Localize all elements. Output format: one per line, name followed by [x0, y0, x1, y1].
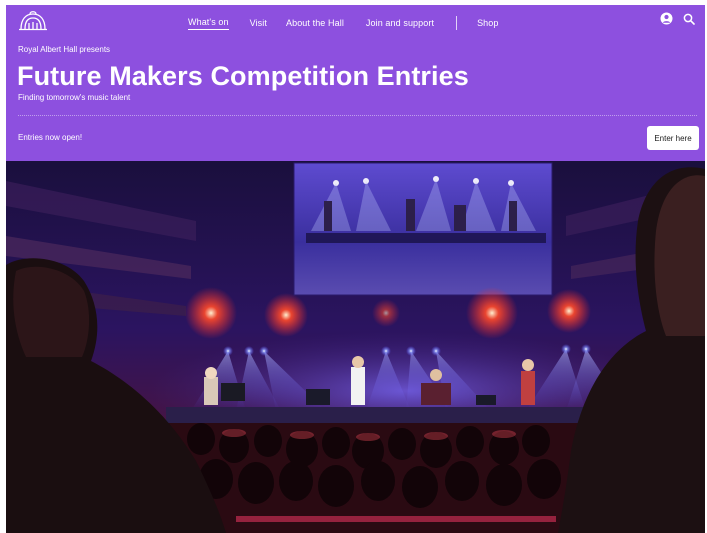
- nav-link-join-and-support[interactable]: Join and support: [366, 17, 434, 29]
- nav-separator: [456, 16, 458, 30]
- divider: [18, 115, 697, 116]
- account-icon[interactable]: [660, 12, 673, 30]
- entries-status-text: Entries now open!: [18, 133, 83, 142]
- royal-albert-hall-logo[interactable]: [18, 8, 48, 32]
- concert-stage-photo: [6, 161, 705, 533]
- nav-icons: [660, 12, 695, 30]
- page: What's on Visit About the Hall Join and …: [6, 5, 705, 533]
- top-navigation: What's on Visit About the Hall Join and …: [6, 5, 705, 35]
- hero-banner: What's on Visit About the Hall Join and …: [6, 5, 705, 161]
- nav-link-whats-on[interactable]: What's on: [188, 16, 229, 30]
- enter-here-button[interactable]: Enter here: [647, 126, 699, 150]
- nav-link-about-the-hall[interactable]: About the Hall: [286, 17, 344, 29]
- nav-links: What's on Visit About the Hall Join and …: [188, 15, 499, 31]
- page-subtitle: Finding tomorrow's music talent: [18, 93, 131, 102]
- presenter-kicker: Royal Albert Hall presents: [18, 45, 111, 54]
- nav-link-visit[interactable]: Visit: [250, 17, 267, 29]
- search-icon[interactable]: [683, 12, 695, 30]
- dome-logo-icon: [19, 11, 47, 31]
- page-title: Future Makers Competition Entries: [17, 61, 469, 91]
- nav-link-shop[interactable]: Shop: [477, 17, 498, 29]
